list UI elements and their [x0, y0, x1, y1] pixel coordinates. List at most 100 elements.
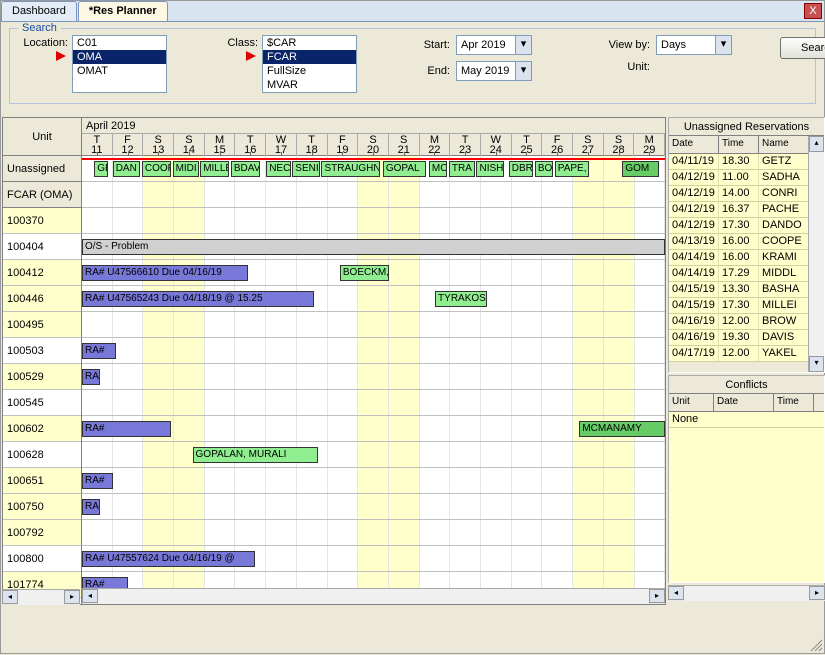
gantt-bar[interactable]: RA#	[82, 499, 100, 515]
gantt-bar[interactable]: RA#	[82, 369, 100, 385]
gantt-bar[interactable]: SENI	[292, 161, 320, 177]
unit-row[interactable]: 100495	[3, 312, 81, 338]
gantt-body[interactable]: GETDANCOOPMIDIMILLEBDAVNECSENISTRAUGHNGO…	[82, 156, 665, 605]
class-option[interactable]: FCAR	[263, 50, 356, 64]
location-listbox[interactable]: C01OMAOMAT	[72, 35, 167, 93]
gantt-bar[interactable]: BDAV	[231, 161, 260, 177]
unassigned-row[interactable]: 04/15/1917.30MILLEI	[669, 298, 808, 314]
col-date[interactable]: Date	[714, 394, 774, 411]
gantt-bar[interactable]: STRAUGHN	[321, 161, 379, 177]
gantt-bar[interactable]: RA#	[82, 343, 116, 359]
gantt-bar[interactable]: PAPE,	[555, 161, 589, 177]
unit-row[interactable]: 100503	[3, 338, 81, 364]
col-name[interactable]: Name	[759, 136, 808, 153]
search-button[interactable]: Search	[780, 37, 825, 59]
unassigned-vscroll[interactable]: ▴ ▾	[808, 136, 824, 372]
viewby-combo[interactable]: Days ▾	[656, 35, 732, 55]
unassigned-row[interactable]: 04/17/1912.00YAKEL	[669, 346, 808, 362]
gantt-bar[interactable]: RA# U47565243 Due 04/18/19 @ 15.25	[82, 291, 314, 307]
unit-row[interactable]: 100651	[3, 468, 81, 494]
scroll-right-icon[interactable]: ▸	[809, 586, 825, 600]
gantt-bar[interactable]: O/S - Problem	[82, 239, 665, 255]
unassigned-row[interactable]: 04/11/1918.30GETZ	[669, 154, 808, 170]
resize-grip-icon[interactable]	[807, 636, 823, 652]
chevron-down-icon[interactable]: ▾	[515, 62, 531, 80]
unit-row[interactable]: 100412	[3, 260, 81, 286]
scroll-left-icon[interactable]: ◂	[82, 589, 98, 603]
col-date[interactable]: Date	[669, 136, 719, 153]
gantt-bar[interactable]: RA#	[82, 421, 171, 437]
unit-row[interactable]: Unassigned	[3, 156, 81, 182]
scroll-track[interactable]	[684, 586, 809, 601]
unit-row[interactable]: 100446	[3, 286, 81, 312]
gantt-bar[interactable]: MIDI	[173, 161, 199, 177]
unit-row[interactable]: 100628	[3, 442, 81, 468]
unassigned-row[interactable]: 04/12/1914.00CONRI	[669, 186, 808, 202]
start-combo[interactable]: Apr 2019 ▾	[456, 35, 532, 55]
end-combo[interactable]: May 2019 ▾	[456, 61, 532, 81]
class-option[interactable]: $CAR	[263, 36, 356, 50]
scroll-track[interactable]	[18, 590, 64, 605]
unassigned-row[interactable]: 04/12/1916.37PACHE	[669, 202, 808, 218]
gantt-bar[interactable]: NEC	[266, 161, 291, 177]
unassigned-row[interactable]: 04/12/1911.00SADHA	[669, 170, 808, 186]
gantt-bar[interactable]: RA#	[82, 473, 113, 489]
gantt-bar[interactable]: MILLE	[200, 161, 229, 177]
unit-row[interactable]: 100370	[3, 208, 81, 234]
unit-row[interactable]: 100792	[3, 520, 81, 546]
chevron-down-icon[interactable]: ▾	[715, 36, 731, 54]
gantt-bar[interactable]: TYRAKOS	[435, 291, 487, 307]
gantt-bar[interactable]: BO	[535, 161, 553, 177]
gantt-bar[interactable]: BOECKM,	[340, 265, 389, 281]
class-listbox[interactable]: $CARFCARFullSizeMVAR	[262, 35, 357, 93]
scroll-right-icon[interactable]: ▸	[64, 590, 80, 604]
scroll-down-icon[interactable]: ▾	[809, 356, 824, 372]
scroll-left-icon[interactable]: ◂	[2, 590, 18, 604]
gantt-bar[interactable]: COOP	[142, 161, 171, 177]
unassigned-row[interactable]: 04/12/1917.30DANDO	[669, 218, 808, 234]
scroll-right-icon[interactable]: ▸	[649, 589, 665, 603]
location-option[interactable]: C01	[73, 36, 166, 50]
unassigned-row[interactable]: 04/16/1912.00BROW	[669, 314, 808, 330]
gantt-bar[interactable]: RA# U47566610 Due 04/16/19	[82, 265, 248, 281]
gantt-bar[interactable]: GET	[94, 161, 108, 177]
tab-dashboard[interactable]: Dashboard	[1, 1, 77, 21]
scroll-up-icon[interactable]: ▴	[809, 136, 824, 152]
unit-row[interactable]: FCAR (OMA)	[3, 182, 81, 208]
close-icon[interactable]: X	[804, 3, 822, 19]
tab-res-planner[interactable]: *Res Planner	[78, 1, 168, 21]
gantt-bar[interactable]: TRA	[449, 161, 475, 177]
scroll-track[interactable]	[809, 152, 824, 356]
unassigned-row[interactable]: 04/16/1919.30DAVIS	[669, 330, 808, 346]
gantt-bar[interactable]: MCMANAMY	[579, 421, 665, 437]
gantt-bar[interactable]: GOPAL	[383, 161, 426, 177]
chevron-down-icon[interactable]: ▾	[515, 36, 531, 54]
unassigned-row[interactable]: 04/14/1916.00KRAMI	[669, 250, 808, 266]
unassigned-row[interactable]: 04/14/1917.29MIDDL	[669, 266, 808, 282]
gantt-bar[interactable]: NISH	[476, 161, 504, 177]
scroll-left-icon[interactable]: ◂	[668, 586, 684, 600]
gantt-bar[interactable]: DBR	[509, 161, 534, 177]
col-time[interactable]: Time	[719, 136, 759, 153]
unit-row[interactable]: 100800	[3, 546, 81, 572]
location-option[interactable]: OMAT	[73, 64, 166, 78]
col-unit[interactable]: Unit	[669, 394, 714, 411]
col-time[interactable]: Time	[774, 394, 814, 411]
gantt-hscroll[interactable]: ◂ ▸	[82, 588, 665, 604]
gantt-bar[interactable]: GOPALAN, MURALI	[193, 447, 319, 463]
scroll-track[interactable]	[98, 589, 649, 604]
class-option[interactable]: FullSize	[263, 64, 356, 78]
gantt-bar[interactable]: DAN	[113, 161, 141, 177]
unit-row[interactable]: 100404	[3, 234, 81, 260]
unit-hscroll[interactable]: ◂ ▸	[2, 589, 80, 605]
gantt-bar[interactable]: RA# U47557624 Due 04/16/19 @	[82, 551, 255, 567]
class-option[interactable]: MVAR	[263, 78, 356, 92]
unit-row[interactable]: 100545	[3, 390, 81, 416]
unassigned-row[interactable]: 04/13/1916.00COOPE	[669, 234, 808, 250]
gantt-bar[interactable]: MC	[429, 161, 447, 177]
location-option[interactable]: OMA	[73, 50, 166, 64]
gantt-bar[interactable]: GOM	[622, 161, 659, 177]
unit-row[interactable]: 100602	[3, 416, 81, 442]
unit-row[interactable]: 100529	[3, 364, 81, 390]
unit-row[interactable]: 100750	[3, 494, 81, 520]
